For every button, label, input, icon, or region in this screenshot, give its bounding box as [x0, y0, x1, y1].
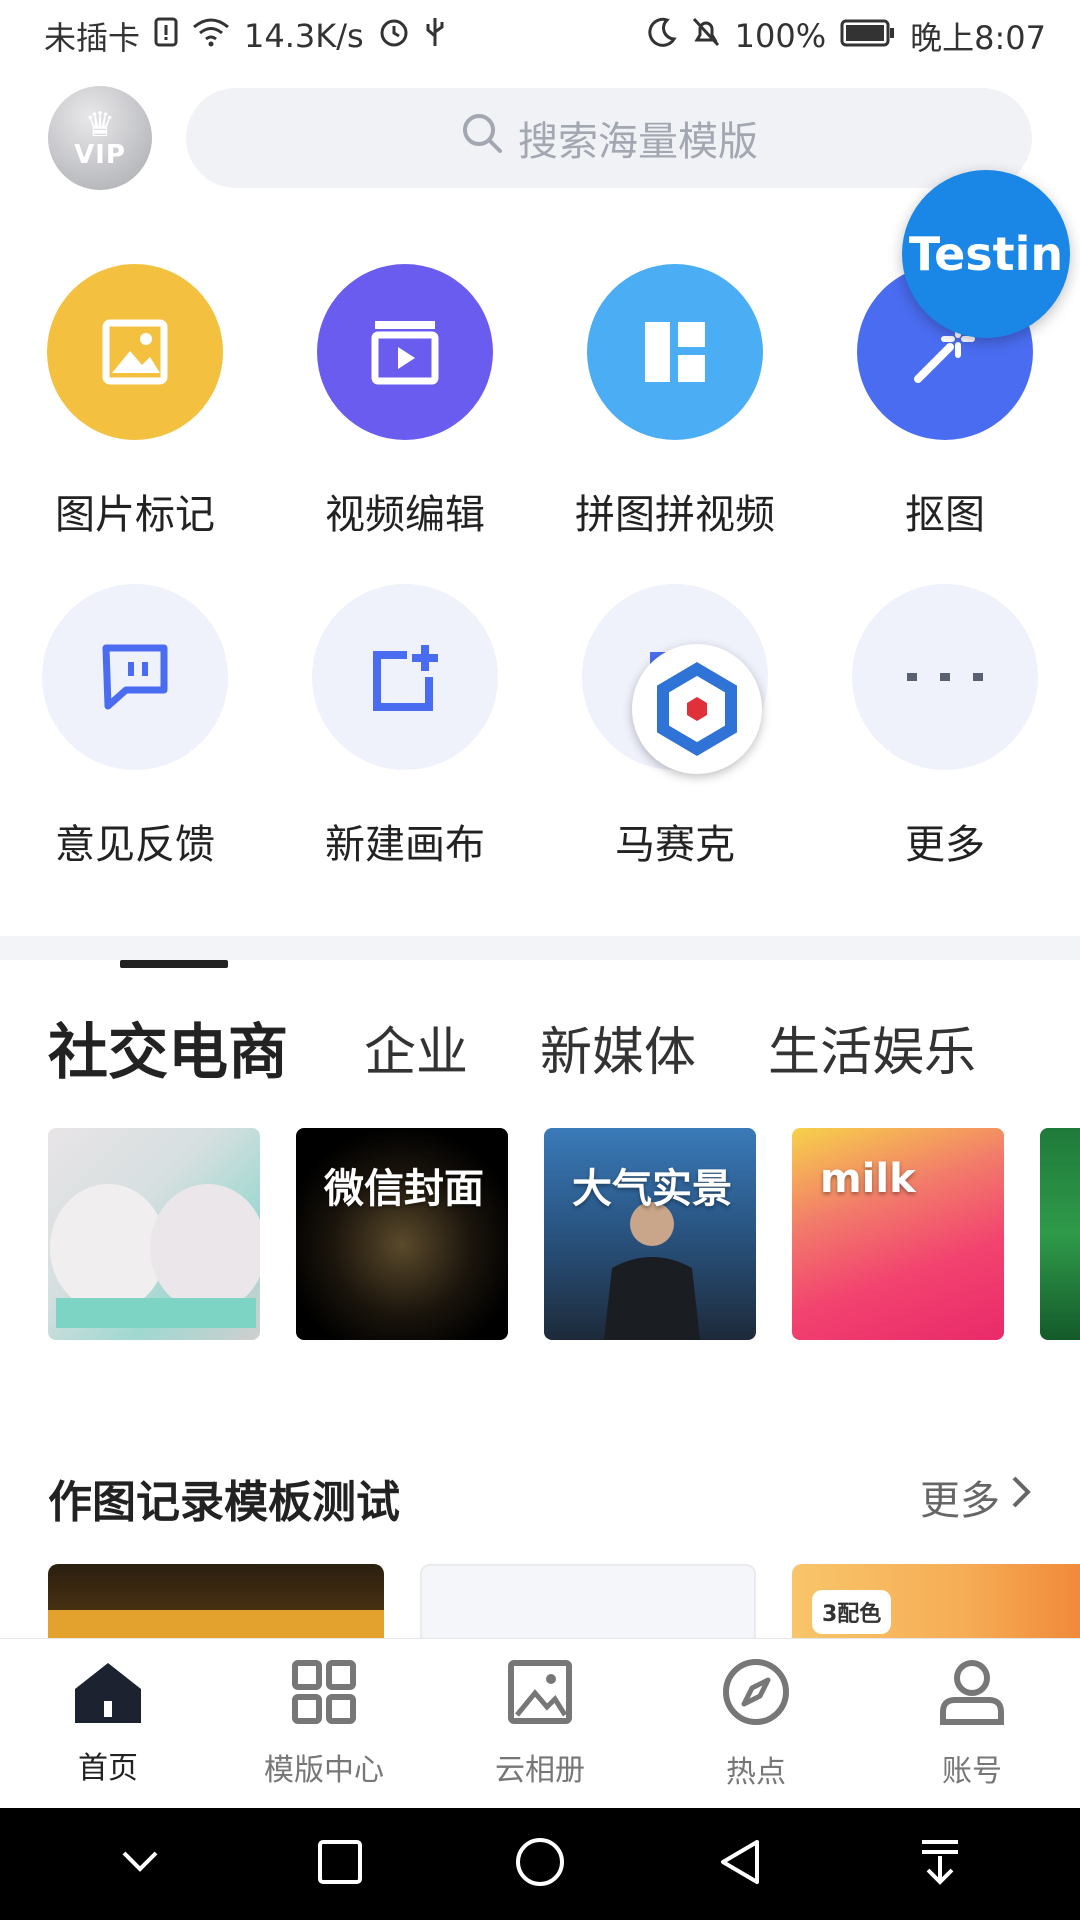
home-icon — [73, 1661, 143, 1731]
tool-image-mark[interactable]: 图片标记 — [35, 264, 235, 564]
nav-account[interactable]: 账号 — [864, 1639, 1080, 1808]
section-title: 作图记录模板测试 — [48, 1477, 400, 1528]
tool-feedback[interactable]: 意见反馈 — [35, 584, 235, 884]
vip-label: VIP — [74, 140, 126, 170]
testin-logo-icon — [632, 644, 762, 774]
tool-new-canvas[interactable]: 新建画布 — [305, 584, 505, 884]
compass-icon — [721, 1657, 791, 1735]
nav-label: 热点 — [726, 1754, 786, 1790]
home-system-button[interactable] — [480, 1824, 600, 1904]
nav-label: 账号 — [942, 1753, 1002, 1789]
search-bar[interactable]: 搜索海量模版 — [186, 88, 1032, 188]
tool-label: 意见反馈 — [55, 822, 215, 868]
tab-new-media[interactable]: 新媒体 — [540, 1010, 696, 1085]
tool-label: 视频编辑 — [325, 492, 485, 538]
usb-icon — [424, 16, 446, 56]
user-icon — [939, 1658, 1005, 1734]
alarm-icon — [378, 16, 410, 56]
search-placeholder: 搜索海量模版 — [518, 119, 758, 165]
more-label: 更多 — [920, 1478, 1000, 1524]
crown-icon: ♛ — [84, 105, 116, 145]
back-triangle-icon — [717, 1838, 763, 1890]
template-caption: 微信封面 — [324, 1166, 484, 1212]
testin-floating-button[interactable]: Testin — [902, 170, 1070, 338]
template-thumbnail[interactable]: 微信封面 — [296, 1128, 508, 1340]
wifi-icon — [192, 17, 230, 55]
new-canvas-icon — [312, 584, 498, 770]
tool-collage[interactable]: 拼图拼视频 — [575, 264, 775, 564]
status-bar-left: 未插卡 14.3K/s — [44, 13, 446, 59]
record-badge: 3配色 — [812, 1590, 892, 1634]
card-banner — [48, 1610, 384, 1638]
moon-icon — [647, 17, 677, 55]
image-icon — [47, 264, 223, 440]
section-divider — [0, 936, 1080, 960]
grid-icon — [291, 1659, 357, 1733]
feedback-chat-icon — [42, 584, 228, 770]
battery-icon — [840, 17, 896, 55]
cap-photo-icon — [50, 1184, 260, 1328]
record-card[interactable]: 3配色 — [792, 1564, 1080, 1638]
record-card[interactable] — [420, 1564, 756, 1638]
tab-indicator — [120, 960, 228, 968]
testin-label: Testin — [908, 227, 1064, 281]
nav-home[interactable]: 首页 — [0, 1639, 216, 1808]
tool-label: 拼图拼视频 — [575, 492, 775, 538]
collage-layout-icon — [587, 264, 763, 440]
nav-label: 云相册 — [495, 1752, 585, 1788]
clock-time: 晚上8:07 — [910, 19, 1046, 57]
square-icon — [317, 1839, 363, 1889]
status-bar-right: 100% 晚上8:07 — [647, 13, 1046, 59]
section-more-link[interactable]: 更多 — [920, 1468, 1032, 1526]
nav-label: 模版中心 — [264, 1752, 384, 1788]
header: ♛ VIP 搜索海量模版 — [0, 86, 1080, 192]
tool-label: 图片标记 — [55, 492, 215, 538]
tool-label: 新建画布 — [325, 822, 485, 868]
back-button[interactable] — [680, 1824, 800, 1904]
nav-label: 首页 — [78, 1750, 138, 1786]
network-speed: 14.3K/s — [244, 17, 364, 55]
tab-social-ecommerce[interactable]: 社交电商 — [48, 1004, 288, 1091]
nav-cloud-album[interactable]: 云相册 — [432, 1639, 648, 1808]
tool-label: 马赛克 — [615, 822, 735, 868]
tool-more[interactable]: 更多 — [845, 584, 1045, 884]
chevron-right-icon — [1010, 1474, 1032, 1520]
record-card[interactable] — [48, 1564, 384, 1638]
notification-pull-button[interactable] — [880, 1824, 1000, 1904]
battery-percent: 100% — [734, 17, 827, 55]
album-icon — [507, 1659, 573, 1733]
tool-label: 抠图 — [905, 492, 985, 538]
sim-alert-icon — [154, 17, 178, 55]
bottom-nav: 首页 模版中心 云相册 热点 账号 — [0, 1638, 1080, 1808]
mute-bell-icon — [691, 16, 721, 56]
template-thumbnail[interactable]: 大气实景 — [544, 1128, 756, 1340]
tool-video-edit[interactable]: 视频编辑 — [305, 264, 505, 564]
search-icon — [460, 111, 504, 165]
nav-hot[interactable]: 热点 — [648, 1639, 864, 1808]
video-play-icon — [317, 264, 493, 440]
circle-icon — [514, 1836, 566, 1892]
pull-down-icon — [918, 1838, 962, 1890]
more-dots-icon — [852, 584, 1038, 770]
tab-lifestyle[interactable]: 生活娱乐 — [768, 1010, 976, 1085]
template-caption: milk — [820, 1156, 916, 1202]
status-bar: 未插卡 14.3K/s 100% 晚上8:07 — [0, 0, 1080, 72]
carrier-text: 未插卡 — [44, 19, 141, 57]
hide-nav-button[interactable] — [80, 1824, 200, 1904]
category-tabs: 社交电商 企业 新媒体 生活娱乐 — [48, 1004, 1048, 1091]
template-thumbnail[interactable] — [1040, 1128, 1080, 1340]
template-thumbnail[interactable]: milk — [792, 1128, 1004, 1340]
tab-enterprise[interactable]: 企业 — [364, 1010, 468, 1085]
tool-label: 更多 — [905, 822, 985, 868]
template-caption: 大气实景 — [572, 1166, 732, 1212]
recents-button[interactable] — [280, 1824, 400, 1904]
system-nav-bar — [0, 1808, 1080, 1920]
vip-button[interactable]: ♛ VIP — [48, 86, 152, 190]
template-thumbnail[interactable] — [48, 1128, 260, 1340]
nav-template-center[interactable]: 模版中心 — [216, 1639, 432, 1808]
chevron-down-icon — [120, 1849, 160, 1879]
